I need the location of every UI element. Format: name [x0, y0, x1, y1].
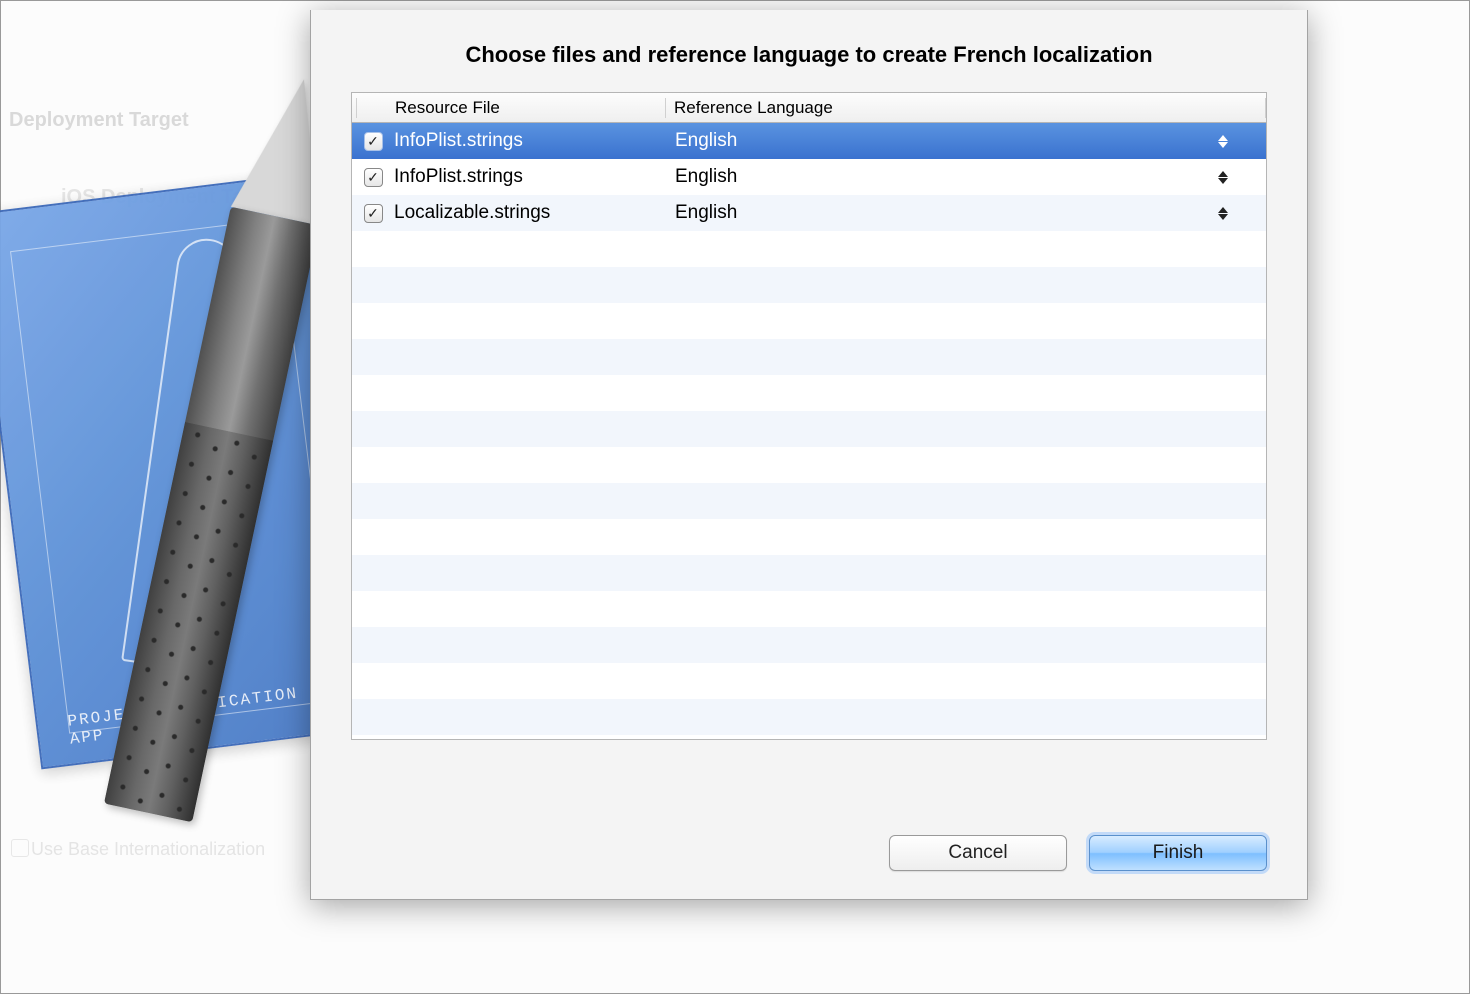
row-checkbox[interactable]: ✓ [364, 132, 383, 151]
file-name-cell: Localizable.strings [394, 202, 667, 224]
language-cell[interactable]: English [667, 166, 1266, 188]
empty-row [352, 555, 1266, 591]
bg-section-label: Deployment Target [9, 109, 189, 132]
language-value: English [675, 202, 737, 224]
sheet-title: Choose files and reference language to c… [331, 42, 1287, 68]
empty-row [352, 519, 1266, 555]
table-header: Resource File Reference Language [352, 93, 1266, 123]
finish-button[interactable]: Finish [1089, 835, 1267, 871]
empty-row [352, 699, 1266, 735]
empty-row [352, 231, 1266, 267]
table-row[interactable]: ✓ InfoPlist.strings English [352, 159, 1266, 195]
button-bar: Cancel Finish [889, 835, 1267, 871]
row-checkbox[interactable]: ✓ [364, 168, 383, 187]
empty-row [352, 591, 1266, 627]
language-cell[interactable]: English [667, 202, 1266, 224]
empty-row [352, 375, 1266, 411]
bg-checkbox-label: Use Base Internationalization [31, 839, 265, 860]
empty-row [352, 267, 1266, 303]
table-body: ✓ InfoPlist.strings English ✓ InfoPlist.stri… [352, 123, 1266, 739]
table-row[interactable]: ✓ Localizable.strings English [352, 195, 1266, 231]
empty-row [352, 447, 1266, 483]
empty-row [352, 627, 1266, 663]
empty-row [352, 483, 1266, 519]
bg-checkbox [11, 839, 29, 857]
empty-row [352, 303, 1266, 339]
file-name-cell: InfoPlist.strings [394, 166, 667, 188]
language-value: English [675, 166, 737, 188]
localization-sheet: Choose files and reference language to c… [310, 10, 1308, 900]
row-checkbox[interactable]: ✓ [364, 204, 383, 223]
language-cell[interactable]: English [667, 130, 1266, 152]
cancel-button[interactable]: Cancel [889, 835, 1067, 871]
language-stepper-icon[interactable] [1216, 207, 1230, 220]
empty-row [352, 339, 1266, 375]
file-table: Resource File Reference Language ✓ InfoPl… [351, 92, 1267, 740]
empty-row [352, 663, 1266, 699]
language-stepper-icon[interactable] [1216, 135, 1230, 148]
empty-row [352, 411, 1266, 447]
language-value: English [675, 130, 737, 152]
column-reference-language[interactable]: Reference Language [666, 98, 1266, 118]
column-resource-file[interactable]: Resource File [356, 98, 666, 118]
file-name-cell: InfoPlist.strings [394, 130, 667, 152]
table-row[interactable]: ✓ InfoPlist.strings English [352, 123, 1266, 159]
language-stepper-icon[interactable] [1216, 171, 1230, 184]
